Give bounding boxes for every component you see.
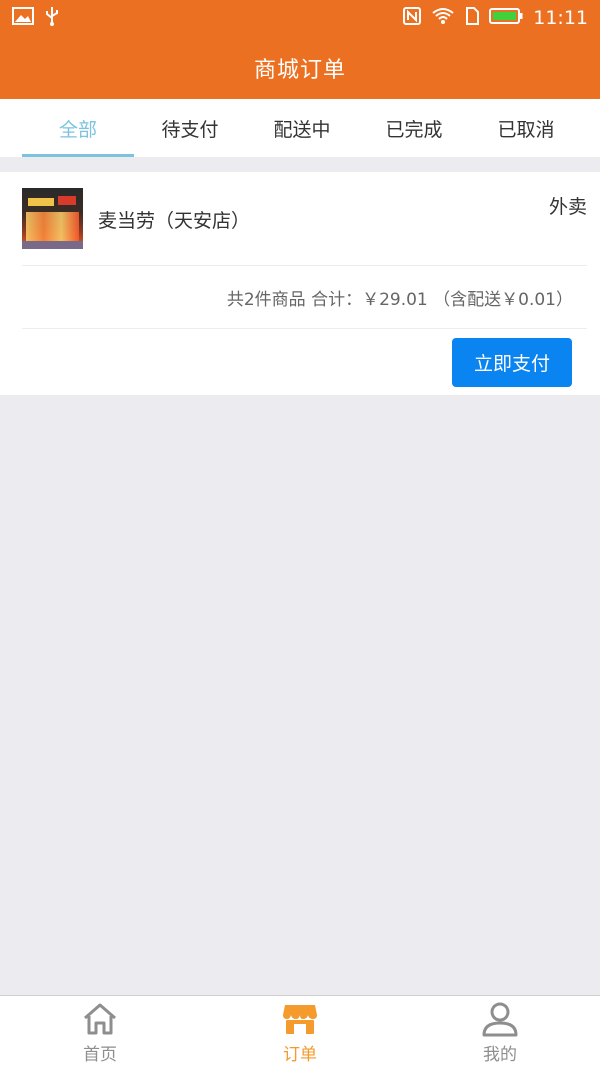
status-time: 11:11	[533, 7, 588, 29]
shop-row[interactable]: 麦当劳（天安店） 外卖	[22, 188, 587, 266]
wifi-icon	[431, 7, 455, 29]
nav-label-orders: 订单	[283, 1045, 317, 1065]
tab-delivering[interactable]: 配送中	[246, 99, 358, 157]
usb-icon	[44, 6, 60, 30]
nfc-icon	[403, 7, 422, 29]
shop-name: 麦当劳（天安店）	[98, 210, 251, 232]
tab-all[interactable]: 全部	[22, 99, 134, 157]
tab-pending-payment[interactable]: 待支付	[134, 99, 246, 157]
page-title: 商城订单	[253, 57, 346, 83]
image-icon	[12, 7, 34, 29]
nav-label-home: 首页	[83, 1045, 117, 1065]
battery-icon	[489, 7, 523, 29]
order-card[interactable]: 麦当劳（天安店） 外卖 共2件商品 合计：￥29.01 （含配送￥0.01） 立…	[0, 172, 600, 395]
nav-label-mine: 我的	[483, 1045, 517, 1065]
order-summary-row: 共2件商品 合计：￥29.01 （含配送￥0.01）	[22, 267, 587, 329]
nav-item-home[interactable]: 首页	[0, 996, 200, 1067]
order-status-tabs: 全部 待支付 配送中 已完成 已取消	[0, 99, 600, 157]
pay-now-button[interactable]: 立即支付	[452, 338, 572, 387]
tab-cancelled[interactable]: 已取消	[470, 99, 582, 157]
order-summary: 共2件商品 合计：￥29.01 （含配送￥0.01）	[226, 290, 573, 310]
sim-icon	[465, 7, 480, 29]
order-type-label: 外卖	[548, 196, 587, 218]
shop-icon	[281, 1000, 319, 1038]
shop-thumbnail	[22, 188, 83, 249]
bottom-navigation: 首页 订单 我的	[0, 995, 600, 1067]
tab-completed[interactable]: 已完成	[358, 99, 470, 157]
home-icon	[81, 1000, 119, 1038]
page-title-bar: 商城订单	[0, 36, 600, 99]
nav-item-orders[interactable]: 订单	[200, 996, 400, 1067]
nav-item-mine[interactable]: 我的	[400, 996, 600, 1067]
user-icon	[481, 1000, 519, 1038]
status-bar: 11:11	[0, 0, 600, 36]
